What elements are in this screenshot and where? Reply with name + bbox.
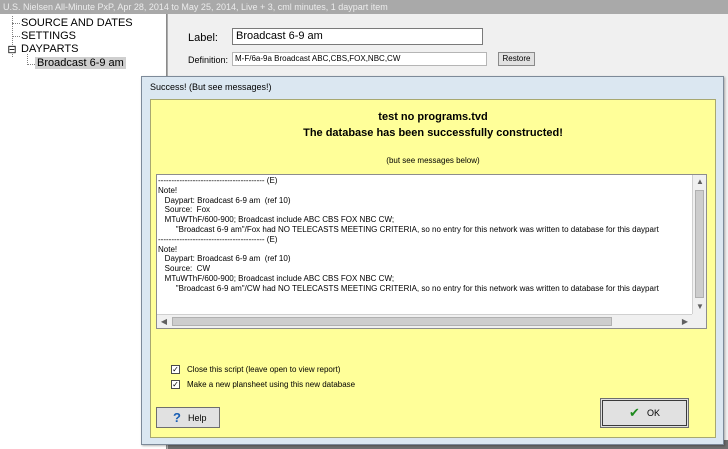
help-label: Help <box>188 413 207 423</box>
collapse-icon[interactable]: ⊟ <box>7 45 17 56</box>
vertical-scroll-thumb[interactable] <box>695 190 704 298</box>
horizontal-scrollbar[interactable]: ◀ ▶ <box>157 314 692 328</box>
log-line: MTuWThF/600-900; Broadcast include ABC C… <box>158 215 395 225</box>
log-line: Note! <box>158 185 178 195</box>
log-line: Daypart: Broadcast 6-9 am (ref 10) <box>158 254 291 264</box>
ok-label: OK <box>647 408 661 418</box>
scroll-left-icon[interactable]: ◀ <box>157 315 171 328</box>
help-icon: ? <box>173 410 181 425</box>
log-line: Note! <box>158 244 178 254</box>
log-line: ----------------------------------------… <box>158 176 278 185</box>
tree-connector <box>12 36 20 37</box>
log-line: "Broadcast 6-9 am"/Fox had NO TELECASTS … <box>158 224 659 234</box>
dialog-title: Success! (But see messages!) <box>150 82 272 92</box>
definition-caption: Definition: <box>188 55 229 65</box>
log-text: ----------------------------------------… <box>157 176 677 316</box>
tree-connector <box>12 23 20 24</box>
tree-item-settings[interactable]: SETTINGS <box>21 30 76 43</box>
messages-log[interactable]: ----------------------------------------… <box>156 174 707 329</box>
restore-button[interactable]: Restore <box>498 52 535 66</box>
tree-item-dayparts[interactable]: DAYPARTS <box>21 43 78 56</box>
log-line: Source: Fox <box>158 205 211 215</box>
definition-field[interactable]: M-F/6a-9a Broadcast ABC,CBS,FOX,NBC,CW <box>232 52 487 66</box>
ok-button[interactable]: ✔ OK <box>600 398 689 428</box>
database-name: test no programs.tvd <box>378 111 488 123</box>
scroll-corner <box>692 314 706 328</box>
messages-note: (but see messages below) <box>386 156 480 165</box>
horizontal-scroll-thumb[interactable] <box>172 317 612 326</box>
label-caption: Label: <box>188 32 218 44</box>
tree-item-label: DAYPARTS <box>21 43 79 55</box>
log-line: MTuWThF/600-900; Broadcast include ABC C… <box>158 273 395 283</box>
scroll-down-icon[interactable]: ▼ <box>693 300 706 314</box>
help-button[interactable]: ? Help <box>156 407 220 428</box>
tree-item-broadcast-6-9-am[interactable]: Broadcast 6-9 am <box>35 57 126 70</box>
success-message: The database has been successfully const… <box>303 127 563 139</box>
log-line: ----------------------------------------… <box>158 234 278 244</box>
close-script-label: Close this script (leave open to view re… <box>187 365 341 374</box>
app-title: U.S. Nielsen All-Minute PxP, Apr 28, 201… <box>0 0 728 14</box>
log-line: Daypart: Broadcast 6-9 am (ref 10) <box>158 195 291 205</box>
log-line: "Broadcast 6-9 am"/CW had NO TELECASTS M… <box>158 283 659 293</box>
scroll-right-icon[interactable]: ▶ <box>678 315 692 328</box>
tree-item-label: SOURCE AND DATES <box>21 17 133 29</box>
new-plansheet-checkbox[interactable]: ✓ <box>171 380 180 389</box>
dialog-body: test no programs.tvd The database has be… <box>150 99 716 438</box>
label-input[interactable]: Broadcast 6-9 am <box>232 28 483 45</box>
scroll-up-icon[interactable]: ▲ <box>693 175 706 189</box>
vertical-scrollbar[interactable]: ▲ ▼ <box>692 175 706 314</box>
tree-item-source-and-dates[interactable]: SOURCE AND DATES <box>21 17 133 30</box>
new-plansheet-label: Make a new plansheet using this new data… <box>187 380 356 389</box>
tree-item-label: Broadcast 6-9 am <box>35 57 126 69</box>
checkmark-icon: ✔ <box>629 405 640 420</box>
tree-connector <box>27 64 35 65</box>
log-line: Source: CW <box>158 264 211 274</box>
success-dialog: Success! (But see messages!) test no pro… <box>141 76 724 445</box>
tree-item-label: SETTINGS <box>21 30 77 42</box>
close-script-checkbox[interactable]: ✓ <box>171 365 180 374</box>
